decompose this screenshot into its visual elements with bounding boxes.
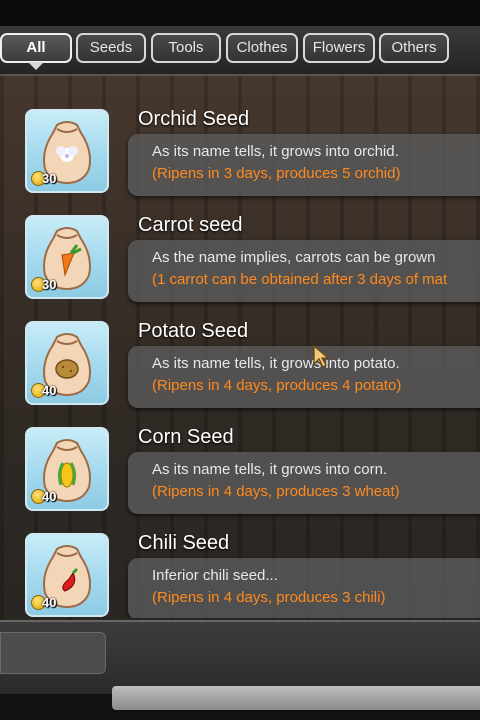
item-price: 40	[42, 383, 57, 398]
tab-seeds[interactable]: Seeds	[76, 33, 146, 63]
item-ripen-note: (Ripens in 3 days, produces 5 orchid)	[152, 165, 401, 182]
item-price: 40	[42, 595, 57, 610]
item-description: As its name tells, it grows into orchid.	[152, 143, 399, 160]
carrot-seed-bag-icon: 30	[25, 215, 109, 299]
item-name: Chili Seed	[138, 532, 230, 554]
tab-others[interactable]: Others	[379, 33, 449, 63]
item-description-panel: Inferior chili seed... (Ripens in 4 days…	[128, 558, 480, 618]
item-name: Corn Seed	[138, 426, 234, 448]
item-price: 40	[42, 489, 57, 504]
shop-item-chili-seed[interactable]: 40 Chili Seed Inferior chili seed... (Ri…	[0, 530, 480, 618]
shop-item-carrot-seed[interactable]: 30 Carrot seed As the name implies, carr…	[0, 212, 480, 318]
shop-item-orchid-seed[interactable]: 30 Orchid Seed As its name tells, it gro…	[0, 106, 480, 212]
bottom-strip	[112, 686, 480, 710]
pointer-cursor-icon	[313, 344, 330, 368]
potato-seed-bag-icon: 40	[25, 321, 109, 405]
item-description-panel: As the name implies, carrots can be grow…	[128, 240, 480, 302]
top-black-bar	[0, 0, 480, 26]
item-description: As the name implies, carrots can be grow…	[152, 249, 436, 266]
corn-seed-bag-icon: 40	[25, 427, 109, 511]
bottom-panel	[0, 620, 480, 694]
item-ripen-note: (Ripens in 4 days, produces 3 chili)	[152, 589, 386, 606]
item-ripen-note: (Ripens in 4 days, produces 4 potato)	[152, 377, 402, 394]
orchid-seed-bag-icon: 30	[25, 109, 109, 193]
bottom-left-slot[interactable]	[0, 632, 106, 674]
tab-tools[interactable]: Tools	[151, 33, 221, 63]
item-description-panel: As its name tells, it grows into orchid.…	[128, 134, 480, 196]
category-tab-bar: All Seeds Tools Clothes Flowers Others	[0, 26, 480, 76]
shop-item-potato-seed[interactable]: 40 Potato Seed As its name tells, it gro…	[0, 318, 480, 424]
tab-all[interactable]: All	[0, 33, 72, 70]
item-ripen-note: (1 carrot can be obtained after 3 days o…	[152, 271, 448, 288]
item-price: 30	[42, 277, 57, 292]
item-name: Orchid Seed	[138, 108, 250, 130]
shop-item-corn-seed[interactable]: 40 Corn Seed As its name tells, it grows…	[0, 424, 480, 530]
item-name: Potato Seed	[138, 320, 249, 342]
item-description-panel: As its name tells, it grows into potato.…	[128, 346, 480, 408]
item-name: Carrot seed	[138, 214, 243, 236]
item-description: As its name tells, it grows into potato.	[152, 355, 400, 372]
tab-clothes[interactable]: Clothes	[226, 33, 298, 63]
item-ripen-note: (Ripens in 4 days, produces 3 wheat)	[152, 483, 400, 500]
item-description-panel: As its name tells, it grows into corn. (…	[128, 452, 480, 514]
tab-flowers[interactable]: Flowers	[303, 33, 375, 63]
chili-seed-bag-icon: 40	[25, 533, 109, 617]
item-description: Inferior chili seed...	[152, 567, 278, 584]
item-price: 30	[42, 171, 57, 186]
item-description: As its name tells, it grows into corn.	[152, 461, 388, 478]
shop-item-list[interactable]: 30 Orchid Seed As its name tells, it gro…	[0, 78, 480, 618]
